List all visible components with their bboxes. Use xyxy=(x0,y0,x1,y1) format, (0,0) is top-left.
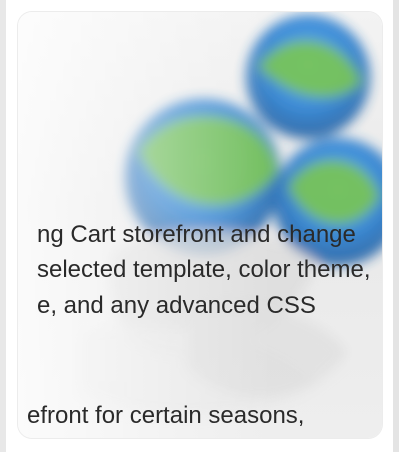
body-text-line-1: ng Cart storefront and change xyxy=(37,221,356,248)
body-text-line-2: selected template, color theme, xyxy=(37,256,371,283)
hero-card: ng Cart storefront and change selected t… xyxy=(18,12,382,438)
left-edge xyxy=(0,0,6,452)
hero-image: ng Cart storefront and change selected t… xyxy=(18,12,382,438)
scrollbar-track[interactable] xyxy=(393,0,399,452)
page-frame: ng Cart storefront and change selected t… xyxy=(0,0,399,452)
body-text-line-3: e, and any advanced CSS xyxy=(37,292,316,319)
body-text-line-4: efront for certain seasons, xyxy=(27,402,305,429)
